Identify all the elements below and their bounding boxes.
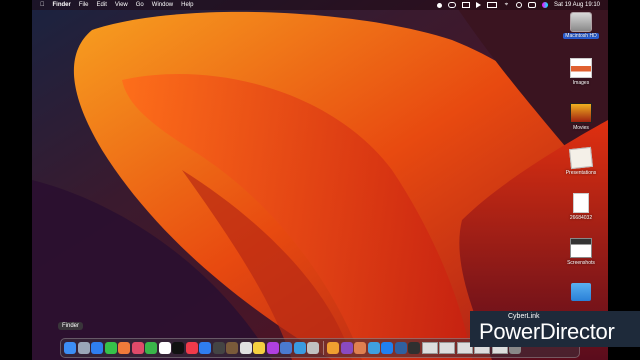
dock-finder-icon[interactable] (64, 342, 76, 354)
siri-icon[interactable] (541, 2, 548, 8)
dock-app-icon[interactable] (394, 342, 407, 354)
dock-app-icon[interactable] (327, 342, 339, 354)
dock-app-icon[interactable] (185, 342, 198, 354)
dock-app-icon[interactable] (226, 342, 238, 354)
menu-bar:  Finder File Edit View Go Window Help ⌖… (32, 0, 608, 10)
desktop-icon-macintosh-hd[interactable]: Macintosh HD (558, 12, 604, 39)
dock-app-icon[interactable] (266, 342, 279, 354)
desktop-icon-label: Movies (573, 125, 589, 131)
desktop-icon-label: Presentations (565, 170, 597, 176)
dock-app-icon[interactable] (367, 342, 380, 354)
dock-separator (322, 341, 324, 355)
dock-minimized-window[interactable] (439, 342, 455, 354)
folder-screenshots-icon (570, 238, 592, 258)
dock-app-icon[interactable] (104, 342, 117, 354)
menu-file[interactable]: File (79, 0, 89, 10)
dock-app-icon[interactable] (145, 342, 157, 354)
desktop-icon-movies[interactable]: Movies (558, 103, 604, 131)
apple-icon[interactable]:  (40, 0, 45, 10)
menu-window[interactable]: Window (152, 0, 173, 10)
dock-app-icon[interactable] (91, 342, 103, 354)
dock-app-icon[interactable] (293, 342, 306, 354)
control-center-icon[interactable] (527, 2, 536, 8)
dock-app-icon[interactable] (199, 342, 211, 354)
desktop-icon-folder[interactable] (558, 283, 604, 303)
desktop-icon-label: Screenshots (567, 260, 595, 266)
desktop-icon-presentations[interactable]: Presentations (558, 146, 604, 176)
battery-icon[interactable] (486, 2, 497, 8)
menu-view[interactable]: View (115, 0, 128, 10)
dock-app-icon[interactable] (212, 342, 225, 354)
folder-icon (571, 283, 591, 301)
dock-app-icon[interactable] (307, 342, 319, 354)
dock-app-icon[interactable] (408, 342, 420, 354)
creative-cloud-icon[interactable] (447, 2, 456, 8)
menu-help[interactable]: Help (181, 0, 193, 10)
menu-finder[interactable]: Finder (53, 0, 71, 10)
watermark-product: PowerDirector (479, 319, 615, 344)
dock-app-icon[interactable] (239, 342, 252, 354)
menu-go[interactable]: Go (136, 0, 144, 10)
keyboard-icon[interactable] (461, 2, 470, 8)
dock-app-icon[interactable] (172, 342, 184, 354)
powerdirector-watermark: CyberLink PowerDirector (470, 311, 640, 347)
dock-app-icon[interactable] (158, 342, 171, 354)
hard-drive-icon (570, 12, 592, 32)
dock-app-icon[interactable] (253, 342, 265, 354)
dock-app-icon[interactable] (280, 342, 292, 354)
desktop-screen:  Finder File Edit View Go Window Help ⌖… (32, 0, 608, 360)
folder-images-icon (570, 58, 592, 78)
desktop-icon-label: Images (572, 80, 590, 86)
dock-app-icon[interactable] (77, 342, 90, 354)
dock-tooltip: Finder (58, 322, 84, 330)
clock[interactable]: Sat 19 Aug 19:10 (554, 0, 600, 10)
menu-edit[interactable]: Edit (97, 0, 107, 10)
desktop-icon-26684032[interactable]: 26684032 (558, 193, 604, 221)
wallpaper (32, 0, 608, 360)
desktop-icon-images[interactable]: Images (558, 58, 604, 86)
desktop-icon-label: Macintosh HD (563, 33, 599, 39)
record-icon[interactable] (436, 2, 442, 8)
folder-movies-icon (570, 103, 592, 123)
document-icon (573, 193, 589, 213)
dock-app-icon[interactable] (118, 342, 130, 354)
dock-minimized-window[interactable] (421, 342, 438, 354)
wifi-icon[interactable]: ⌖ (503, 2, 510, 8)
desktop-icon-screenshots[interactable]: Screenshots (558, 238, 604, 266)
dock-app-icon[interactable] (340, 342, 353, 354)
search-icon[interactable] (515, 2, 522, 8)
play-icon[interactable] (475, 2, 481, 8)
dock-app-icon[interactable] (354, 342, 366, 354)
dock-app-icon[interactable] (131, 342, 144, 354)
desktop-icon-label: 26684032 (569, 215, 593, 221)
dock-app-icon[interactable] (381, 342, 393, 354)
folder-presentations-icon (569, 146, 593, 170)
